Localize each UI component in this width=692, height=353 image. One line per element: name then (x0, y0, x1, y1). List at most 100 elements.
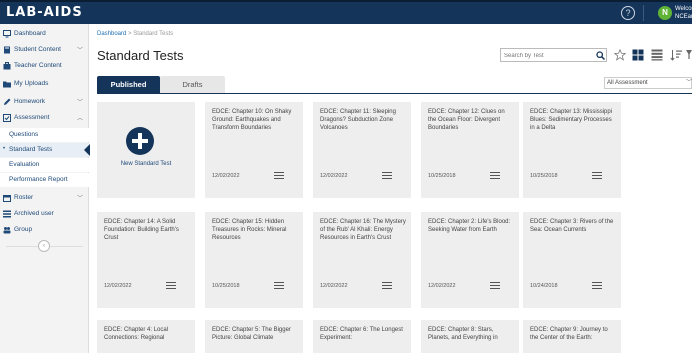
book-icon (4, 46, 10, 54)
plus-icon (126, 127, 154, 155)
sidebar-subitem-label: Questions (9, 131, 39, 138)
tab-published[interactable]: Published (97, 76, 160, 93)
new-standard-test-card[interactable]: New Standard Test (97, 102, 195, 198)
sidebar-subitem-standard-tests[interactable]: • Standard Tests (0, 143, 89, 157)
welcome-text[interactable]: Welcome NCEarthRevie... (675, 5, 692, 21)
sort-icon[interactable] (670, 49, 682, 61)
test-card-title: EDCE: Chapter 5: The Bigger Picture: Glo… (212, 327, 291, 341)
test-card-title: EDCE: Chapter 9: Journey to the Center o… (530, 327, 608, 341)
search-box[interactable] (500, 48, 607, 62)
test-card-date: 10/25/2018 (428, 173, 456, 179)
checkbox-icon (3, 114, 11, 122)
test-card-title: EDCE: Chapter 13: Mississippi Blues: Sed… (530, 109, 613, 131)
star-icon[interactable] (614, 49, 626, 61)
menu-icon[interactable] (382, 172, 392, 179)
new-standard-test-label: New Standard Test (120, 161, 172, 167)
calendar-icon (3, 195, 11, 202)
test-card[interactable]: EDCE: Chapter 13: Mississippi Blues: Sed… (523, 102, 621, 198)
test-card-title: EDCE: Chapter 16: The Mystery of the Rub… (320, 219, 406, 241)
sidebar-item-label: Student Content (14, 46, 61, 53)
test-card-date: 12/02/2022 (104, 283, 132, 289)
test-card[interactable]: EDCE: Chapter 8: Stars, Planets, and Eve… (421, 320, 519, 353)
sidebar-subitem-label: Standard Tests (9, 146, 53, 153)
welcome-label: Welcome (675, 6, 692, 12)
test-card-title: EDCE: Chapter 6: The Longest Experiment: (320, 327, 403, 341)
collapse-sidebar-button[interactable]: ‹ (38, 240, 50, 252)
test-card[interactable]: EDCE: Chapter 10: On Shaky Ground: Earth… (205, 102, 303, 198)
menu-icon[interactable] (382, 282, 392, 289)
sidebar-subitem-label: Evaluation (9, 161, 40, 168)
sidebar-item-assessment[interactable]: Assessment ︿ (0, 110, 89, 126)
menu-icon[interactable] (592, 282, 602, 289)
monitor-icon (3, 30, 11, 38)
test-card[interactable]: EDCE: Chapter 12: Clues on the Ocean Flo… (421, 102, 519, 198)
test-card-date: 12/02/2022 (320, 173, 348, 179)
test-card[interactable]: EDCE: Chapter 6: The Longest Experiment: (313, 320, 411, 353)
grid-view-icon[interactable] (632, 49, 644, 61)
breadcrumb-separator: > (128, 31, 132, 37)
test-card[interactable]: EDCE: Chapter 16: The Mystery of the Rub… (313, 212, 411, 308)
tab-drafts[interactable]: Drafts (160, 76, 225, 93)
sidebar-item-label: Group (14, 226, 33, 233)
sidebar-subitem-label: Performance Report (9, 176, 68, 183)
menu-icon[interactable] (274, 282, 284, 289)
sidebar-subitem-questions[interactable]: Questions (0, 128, 89, 142)
page-title: Standard Tests (97, 48, 184, 63)
test-card[interactable]: EDCE: Chapter 11: Sleeping Dragons? Subd… (313, 102, 411, 198)
search-input[interactable] (504, 50, 592, 61)
lab-aids-logo[interactable]: LAB-AIDS (6, 5, 83, 20)
assessment-filter-select[interactable]: All Assessment ﹀ (604, 77, 692, 89)
sidebar-item-student-content[interactable]: Student Content ﹀ (0, 42, 89, 58)
chevron-down-icon[interactable]: ﹀ (77, 193, 83, 202)
sidebar-item-group[interactable]: Group (0, 222, 89, 238)
briefcase-icon (3, 62, 11, 70)
menu-icon[interactable] (166, 282, 176, 289)
folder-icon (3, 81, 11, 88)
top-bar: LAB-AIDS ? N Welcome NCEarthRevie... (0, 0, 692, 24)
menu-icon[interactable] (592, 172, 602, 179)
sidebar-item-archived-user[interactable]: Archived user (0, 206, 89, 222)
sidebar-item-dashboard[interactable]: Dashboard (0, 26, 89, 42)
sidebar-item-homework[interactable]: Homework ﹀ (0, 94, 89, 110)
chevron-up-icon[interactable]: ︿ (77, 113, 83, 122)
breadcrumb-dashboard-link[interactable]: Dashboard (97, 31, 126, 37)
sidebar-item-label: Archived user (14, 210, 54, 217)
test-card-date: 12/02/2022 (428, 283, 456, 289)
sidebar-item-teacher-content[interactable]: Teacher Content (0, 58, 89, 74)
test-card-title: EDCE: Chapter 14: A Solid Foundation: Bu… (104, 219, 179, 241)
list-view-icon[interactable] (651, 49, 663, 61)
chevron-down-icon[interactable]: ﹀ (77, 45, 83, 54)
test-card[interactable]: EDCE: Chapter 2: Life's Blood: Seeking W… (421, 212, 519, 308)
search-icon[interactable] (596, 51, 605, 60)
test-card-date: 10/24/2018 (530, 283, 558, 289)
test-card-title: EDCE: Chapter 8: Stars, Planets, and Eve… (428, 327, 498, 341)
filter-icon[interactable] (686, 49, 692, 61)
help-icon[interactable]: ? (621, 6, 635, 20)
test-card-title: EDCE: Chapter 2: Life's Blood: Seeking W… (428, 219, 511, 233)
menu-icon[interactable] (490, 282, 500, 289)
chevron-down-icon[interactable]: ﹀ (77, 97, 83, 106)
test-card[interactable]: EDCE: Chapter 9: Journey to the Center o… (523, 320, 621, 353)
sidebar-item-my-uploads[interactable]: My Uploads (0, 76, 89, 92)
test-card[interactable]: EDCE: Chapter 3: Rivers of the Sea: Ocea… (523, 212, 621, 308)
test-card[interactable]: EDCE: Chapter 14: A Solid Foundation: Bu… (97, 212, 195, 308)
active-indicator (84, 144, 90, 156)
group-icon (3, 227, 11, 234)
menu-icon[interactable] (490, 172, 500, 179)
sidebar-item-roster[interactable]: Roster ﹀ (0, 190, 89, 206)
sidebar-subitem-evaluation[interactable]: Evaluation (0, 158, 89, 172)
test-card[interactable]: EDCE: Chapter 5: The Bigger Picture: Glo… (205, 320, 303, 353)
test-card[interactable]: EDCE: Chapter 4: Local Connections: Regi… (97, 320, 195, 353)
test-card[interactable]: EDCE: Chapter 15: Hidden Treasures in Ro… (205, 212, 303, 308)
sidebar-item-label: Dashboard (14, 30, 46, 37)
sidebar-item-label: Teacher Content (14, 62, 62, 69)
menu-icon[interactable] (274, 172, 284, 179)
avatar[interactable]: N (658, 6, 672, 20)
test-card-date: 12/02/2022 (212, 173, 240, 179)
test-card-title: EDCE: Chapter 12: Clues on the Ocean Flo… (428, 109, 505, 131)
chevron-down-icon: ﹀ (686, 80, 692, 86)
sidebar-subitem-performance-report[interactable]: Performance Report (0, 173, 89, 187)
topbar-divider (643, 5, 644, 21)
test-card-date: 10/25/2018 (530, 173, 558, 179)
welcome-username: NCEarthRevie... (675, 14, 692, 20)
